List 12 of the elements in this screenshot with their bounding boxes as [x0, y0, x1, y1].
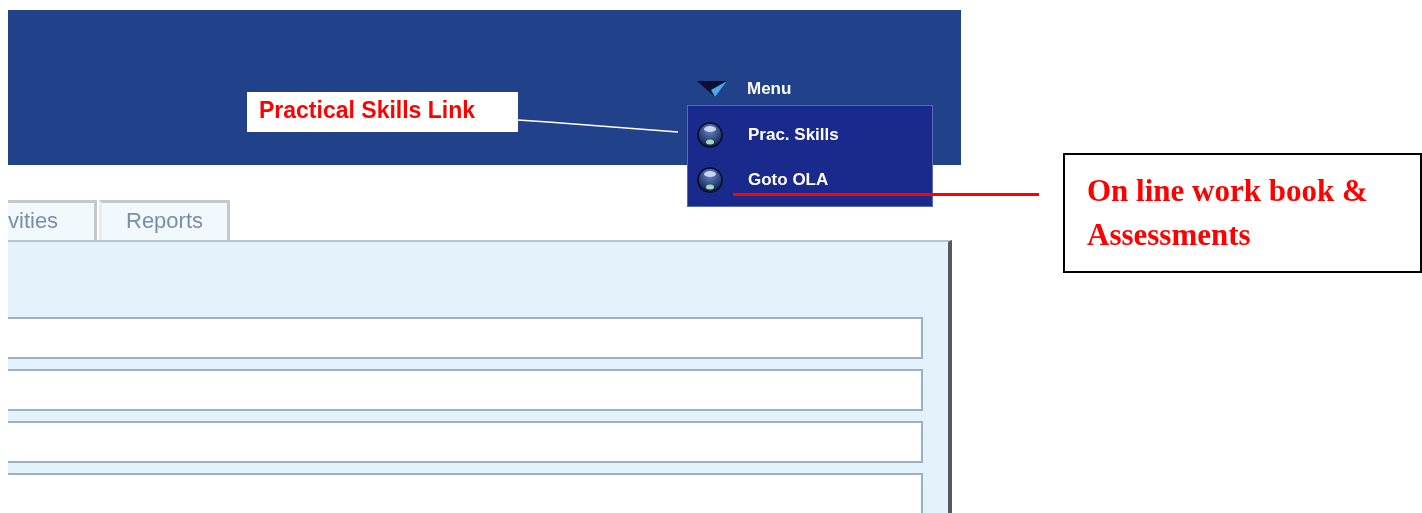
orb-icon [697, 121, 723, 148]
input-field[interactable] [8, 473, 923, 513]
annotation-label: Practical Skills Link [247, 92, 518, 132]
menu-item[interactable]: Prac. Skills [688, 112, 932, 157]
input-field[interactable] [8, 369, 923, 411]
menu-button[interactable]: Menu [687, 75, 933, 103]
dropdown-arrow-icon [697, 81, 727, 97]
input-field[interactable] [8, 421, 923, 463]
menu-item[interactable]: Goto OLA [688, 157, 932, 202]
orb-icon [697, 166, 723, 193]
callout-note: On line work book & Assessments [1063, 153, 1422, 273]
input-field[interactable] [8, 317, 923, 359]
